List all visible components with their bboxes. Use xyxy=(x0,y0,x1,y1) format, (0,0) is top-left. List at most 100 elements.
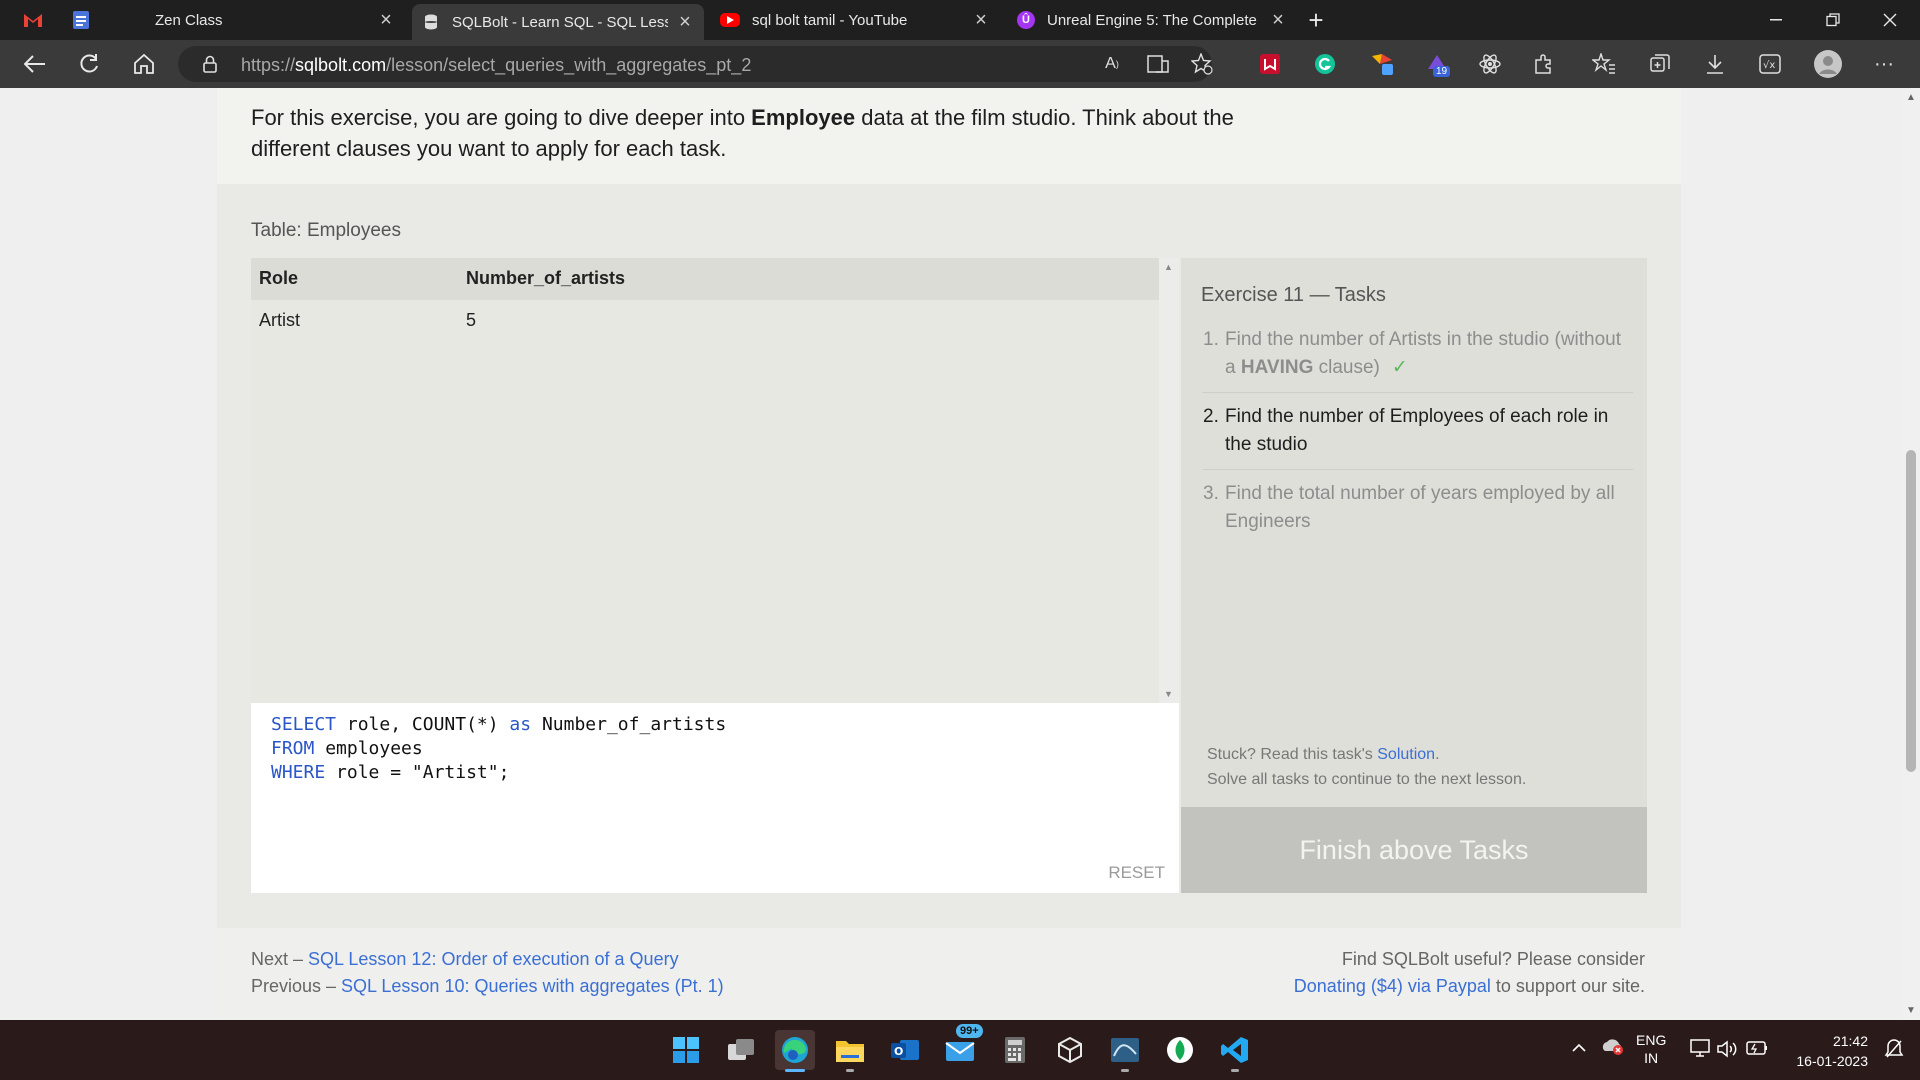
previous-lesson-link[interactable]: SQL Lesson 10: Queries with aggregates (… xyxy=(341,976,724,996)
docs-pinned-tab[interactable] xyxy=(66,6,96,34)
tab-sqlbolt[interactable]: SQLBolt - Learn SQL - SQL Lesso × xyxy=(412,4,704,40)
results-header-row xyxy=(251,258,1159,300)
tab-youtube[interactable]: sql bolt tamil - YouTube × xyxy=(710,0,1000,40)
close-icon[interactable]: × xyxy=(972,9,990,32)
solution-link[interactable]: Solution xyxy=(1377,746,1435,763)
column-header-role: Role xyxy=(259,268,299,288)
tab-unreal-engine[interactable]: Û Unreal Engine 5: The Complete B × xyxy=(1007,0,1297,40)
url-text[interactable]: https://sqlbolt.com/lesson/select_querie… xyxy=(241,55,751,76)
home-icon xyxy=(134,53,154,74)
close-window-button[interactable] xyxy=(1862,0,1918,40)
extension-badge: 19 xyxy=(1433,66,1451,77)
close-icon[interactable]: × xyxy=(377,9,395,32)
refresh-button[interactable] xyxy=(72,48,106,80)
clock[interactable]: 21:42 16-01-2023 xyxy=(1792,1031,1868,1071)
extension-with-badge-icon[interactable]: 19 xyxy=(1423,50,1451,78)
start-button[interactable] xyxy=(666,1030,706,1070)
react-devtools-extension-icon[interactable] xyxy=(1476,50,1504,78)
file-explorer-taskbar-app[interactable] xyxy=(830,1030,870,1072)
home-button[interactable] xyxy=(127,48,161,80)
close-icon xyxy=(1883,13,1897,27)
math-solver-icon[interactable]: √x xyxy=(1756,50,1784,78)
page-scrollbar[interactable]: ▲ ▼ xyxy=(1902,88,1920,1020)
outlook-taskbar-app[interactable]: O xyxy=(885,1030,925,1070)
unity-taskbar-app[interactable] xyxy=(1050,1030,1090,1070)
lock-icon[interactable] xyxy=(202,55,218,73)
back-button[interactable] xyxy=(18,48,52,80)
chevron-up-icon xyxy=(1572,1043,1586,1052)
favorite-add-icon[interactable] xyxy=(1188,50,1216,78)
donate-link[interactable]: Donating ($4) via Paypal xyxy=(1294,976,1491,996)
profile-avatar[interactable] xyxy=(1814,50,1842,78)
tab-zen-class[interactable]: Zen Class × xyxy=(115,0,405,40)
notifications-icon[interactable] xyxy=(1884,1038,1904,1063)
color-picker-extension-icon[interactable] xyxy=(1368,50,1396,78)
vscode-taskbar-app[interactable] xyxy=(1215,1030,1255,1072)
results-scrollbar[interactable]: ▲ ▼ xyxy=(1159,258,1179,703)
tab-title: sql bolt tamil - YouTube xyxy=(752,11,908,29)
onedrive-icon[interactable] xyxy=(1600,1037,1624,1058)
sql-editor[interactable]: SELECT role, COUNT(*) as Number_of_artis… xyxy=(251,703,1179,893)
task-view-button[interactable] xyxy=(721,1030,761,1070)
task-view-icon xyxy=(728,1039,754,1060)
minimize-button[interactable] xyxy=(1748,0,1804,40)
mail-taskbar-app[interactable]: 99+ xyxy=(940,1024,983,1070)
next-lesson-link[interactable]: SQL Lesson 12: Order of execution of a Q… xyxy=(308,949,679,969)
sql-code[interactable]: SELECT role, COUNT(*) as Number_of_artis… xyxy=(271,713,726,785)
downloads-icon[interactable] xyxy=(1701,50,1729,78)
checkmark-icon: ✓ xyxy=(1391,357,1408,378)
more-menu-icon[interactable]: ··· xyxy=(1870,50,1898,78)
favorites-icon[interactable] xyxy=(1590,50,1618,78)
svg-text:O: O xyxy=(894,1045,903,1058)
extensions-puzzle-icon[interactable] xyxy=(1530,50,1558,78)
grammarly-extension-icon[interactable] xyxy=(1311,50,1339,78)
clock-time: 21:42 xyxy=(1832,1033,1868,1049)
reset-button[interactable]: RESET xyxy=(1108,863,1165,883)
calculator-taskbar-app[interactable] xyxy=(995,1030,1035,1070)
database-icon xyxy=(422,13,440,31)
arrow-left-icon xyxy=(24,55,45,73)
zen-icon xyxy=(125,11,143,29)
windows-taskbar: O 99+ ENG IN 21:42 16-01-2023 xyxy=(0,1020,1920,1080)
task-item: 3. Find the total number of years employ… xyxy=(1203,483,1615,532)
scroll-down-icon[interactable]: ▼ xyxy=(1164,689,1173,699)
restore-button[interactable] xyxy=(1805,0,1861,40)
docs-icon xyxy=(73,11,89,29)
donation-note: Find SQLBolt useful? Please consider Don… xyxy=(1293,949,1645,996)
scrollbar-thumb[interactable] xyxy=(1906,450,1916,772)
address-bar[interactable]: https://sqlbolt.com/lesson/select_querie… xyxy=(178,46,1213,82)
tab-title: Zen Class xyxy=(155,11,223,29)
volume-icon[interactable] xyxy=(1716,1039,1738,1062)
close-icon[interactable]: × xyxy=(1269,9,1287,32)
immersive-reader-icon[interactable] xyxy=(1144,50,1172,78)
battery-icon[interactable] xyxy=(1744,1040,1768,1059)
running-indicator xyxy=(846,1069,854,1072)
folder-icon xyxy=(836,1041,864,1062)
mysql-workbench-taskbar-app[interactable] xyxy=(1105,1030,1145,1072)
edge-taskbar-app[interactable] xyxy=(775,1030,815,1072)
lesson-navigation: Next – SQL Lesson 12: Order of execution… xyxy=(251,949,724,996)
mail-badge: 99+ xyxy=(956,1024,983,1038)
scroll-up-icon[interactable]: ▲ xyxy=(1906,92,1916,103)
page-viewport: For this exercise, you are going to dive… xyxy=(0,88,1902,1020)
active-indicator xyxy=(785,1069,805,1072)
scroll-down-icon[interactable]: ▼ xyxy=(1906,1005,1916,1016)
language-indicator[interactable]: ENG IN xyxy=(1636,1031,1666,1067)
collections-icon[interactable] xyxy=(1646,50,1674,78)
calculator-icon xyxy=(1005,1037,1025,1063)
finish-tasks-button[interactable]: Finish above Tasks xyxy=(1181,807,1647,893)
intro-text: For this exercise, you are going to dive… xyxy=(251,105,1234,161)
column-header-number-of-artists: Number_of_artists xyxy=(466,268,626,288)
mcafee-extension-icon[interactable] xyxy=(1256,50,1284,78)
scroll-up-icon[interactable]: ▲ xyxy=(1164,262,1173,272)
gmail-pinned-tab[interactable] xyxy=(18,6,48,34)
read-aloud-icon[interactable]: A) xyxy=(1098,50,1126,78)
close-icon[interactable]: × xyxy=(676,11,694,34)
svg-text:√x: √x xyxy=(1763,60,1775,71)
network-icon[interactable] xyxy=(1690,1039,1712,1062)
running-indicator xyxy=(1231,1069,1239,1072)
minimize-icon xyxy=(1770,19,1782,21)
show-hidden-icons-button[interactable] xyxy=(1572,1040,1586,1056)
mongodb-compass-taskbar-app[interactable] xyxy=(1160,1030,1200,1070)
new-tab-button[interactable]: + xyxy=(1296,0,1336,40)
